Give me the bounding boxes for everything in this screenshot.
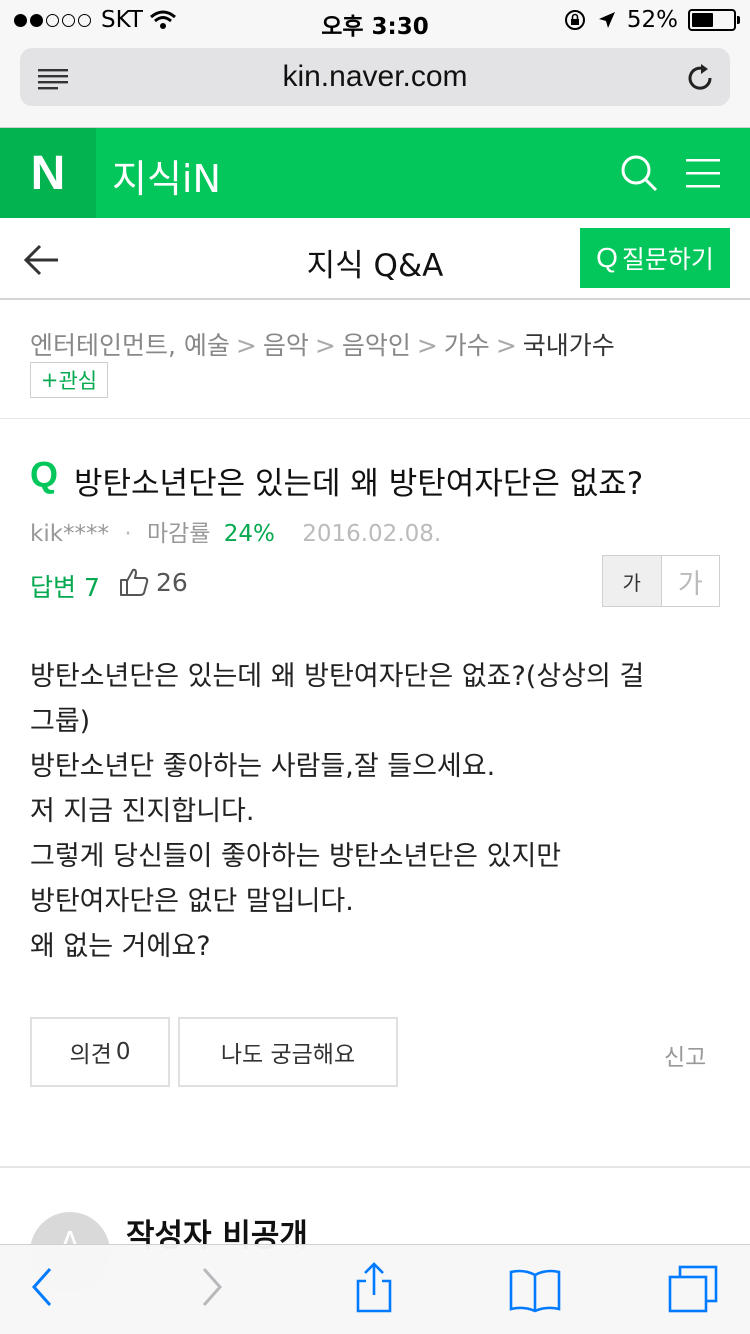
question-meta: kik**** · 마감률 24% 2016.02.08. bbox=[30, 514, 441, 548]
forward-icon[interactable] bbox=[196, 1265, 226, 1309]
ask-question-label: 질문하기 bbox=[621, 245, 714, 274]
breadcrumb: 엔터테인먼트, 예술 > 음악 > 음악인 > 가수 > 국내가수 bbox=[30, 326, 615, 362]
divider bbox=[0, 1166, 750, 1168]
location-icon bbox=[598, 12, 615, 28]
bookmarks-icon[interactable] bbox=[508, 1267, 562, 1313]
naver-header: N 지식iN bbox=[0, 128, 750, 218]
search-icon[interactable] bbox=[618, 152, 660, 194]
close-rate-value: 24% bbox=[223, 521, 275, 547]
tabs-icon[interactable] bbox=[668, 1265, 718, 1315]
question-title: 방탄소년단은 있는데 왜 방탄여자단은 없죠? bbox=[74, 466, 644, 502]
breadcrumb-item-current[interactable]: 국내가수 bbox=[523, 331, 615, 360]
follow-category-button[interactable]: + 관심 bbox=[30, 362, 108, 398]
status-bar: SKT 오후 3:30 52% bbox=[0, 0, 750, 40]
menu-icon[interactable] bbox=[684, 156, 722, 190]
battery-icon bbox=[688, 9, 740, 31]
font-large-button[interactable]: 가 bbox=[662, 556, 720, 606]
body-line: 그렇게 당신들이 좋아하는 방탄소년단은 있지만 bbox=[30, 841, 562, 872]
body-line: 왜 없는 거에요? bbox=[30, 931, 211, 962]
back-icon[interactable] bbox=[28, 1265, 58, 1309]
me-too-curious-button[interactable]: 나도 궁금해요 bbox=[178, 1017, 398, 1087]
breadcrumb-separator: > bbox=[235, 331, 257, 360]
breadcrumb-item[interactable]: 음악인 bbox=[342, 331, 411, 360]
opinion-count: 0 bbox=[115, 1039, 131, 1065]
body-line: 저 지금 진지합니다. bbox=[30, 796, 255, 827]
reload-icon[interactable] bbox=[684, 62, 716, 94]
font-size-toggle: 가 가 bbox=[602, 555, 720, 607]
follow-label: 관심 bbox=[58, 369, 98, 393]
opinion-button[interactable]: 의견 0 bbox=[30, 1017, 170, 1087]
address-bar[interactable]: kin.naver.com bbox=[20, 48, 730, 106]
breadcrumb-separator: > bbox=[495, 331, 517, 360]
divider bbox=[0, 418, 750, 419]
thumbs-up-icon bbox=[120, 568, 149, 596]
body-line: 방탄소년단은 있는데 왜 방탄여자단은 없죠?(상상의 걸 bbox=[30, 661, 645, 692]
question-date: 2016.02.08. bbox=[302, 521, 442, 547]
body-line: 방탄소년단 좋아하는 사람들,잘 들으세요. bbox=[30, 751, 496, 782]
naver-logo[interactable]: N bbox=[0, 128, 96, 218]
ask-q-icon: Q bbox=[596, 242, 618, 273]
battery-percent: 52% bbox=[626, 7, 678, 33]
answer-count-label: 답변 bbox=[30, 573, 77, 602]
opinion-label: 의견 bbox=[69, 1042, 112, 1068]
breadcrumb-separator: > bbox=[416, 331, 438, 360]
question-mark-icon: Q bbox=[30, 454, 59, 495]
close-rate-label: 마감률 bbox=[146, 521, 211, 547]
breadcrumb-item[interactable]: 음악 bbox=[263, 331, 309, 360]
browser-address-area: kin.naver.com bbox=[0, 40, 750, 128]
question-body: 방탄소년단은 있는데 왜 방탄여자단은 없죠?(상상의 걸 그룹) 방탄소년단 … bbox=[30, 654, 730, 969]
body-line: 그룹) bbox=[30, 706, 91, 737]
breadcrumb-item[interactable]: 가수 bbox=[444, 331, 490, 360]
font-small-button[interactable]: 가 bbox=[603, 556, 662, 606]
breadcrumb-item[interactable]: 엔터테인먼트, 예술 bbox=[30, 331, 230, 360]
status-right: 52% bbox=[563, 7, 740, 33]
breadcrumb-separator: > bbox=[314, 331, 336, 360]
ask-question-button[interactable]: Q 질문하기 bbox=[580, 228, 730, 288]
rotation-lock-icon bbox=[564, 10, 585, 30]
body-line: 방탄여자단은 없단 말입니다. bbox=[30, 886, 354, 917]
report-link[interactable]: 신고 bbox=[664, 1038, 706, 1072]
share-icon[interactable] bbox=[352, 1261, 396, 1315]
answer-count-value: 7 bbox=[83, 573, 100, 602]
service-title[interactable]: 지식iN bbox=[112, 148, 221, 203]
browser-toolbar bbox=[0, 1244, 750, 1334]
answer-count[interactable]: 답변 7 bbox=[30, 568, 100, 604]
like-count: 26 bbox=[156, 567, 188, 597]
meta-separator: · bbox=[124, 521, 132, 547]
like-button[interactable]: 26 bbox=[118, 566, 188, 598]
author-id[interactable]: kik**** bbox=[30, 521, 109, 547]
naver-logo-text: N bbox=[30, 146, 66, 200]
url-text: kin.naver.com bbox=[282, 60, 468, 93]
sub-header: 지식 Q&A Q 질문하기 bbox=[0, 218, 750, 300]
plus-icon: + bbox=[40, 368, 59, 392]
